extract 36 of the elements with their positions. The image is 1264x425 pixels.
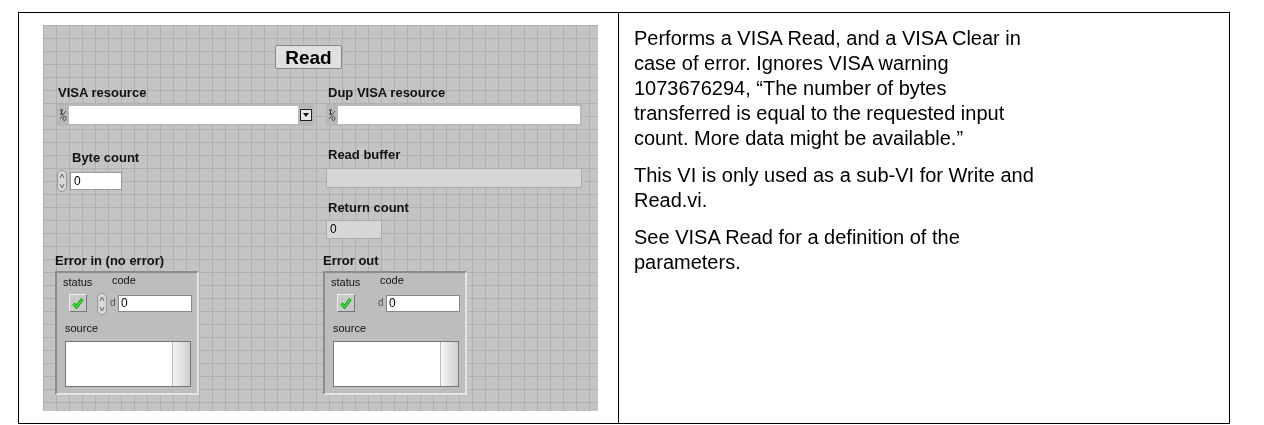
- source-field[interactable]: [65, 341, 191, 387]
- status-checkbox[interactable]: [337, 294, 355, 312]
- indicator-label: Dup VISA resource: [328, 86, 446, 99]
- code-label: code: [112, 275, 136, 286]
- status-label: status: [63, 277, 93, 288]
- spinner-arrows-icon[interactable]: [97, 293, 107, 315]
- byte-count-field[interactable]: 0: [70, 172, 122, 190]
- description-paragraph: See VISA Read for a definition of the parameters.: [634, 225, 961, 275]
- control-label: Byte count: [72, 151, 140, 164]
- scrollbar[interactable]: [172, 342, 190, 386]
- control-label: VISA resource: [58, 86, 147, 99]
- code-field[interactable]: 0: [118, 295, 192, 312]
- check-icon: [340, 297, 352, 309]
- return-count-field: 0: [326, 220, 382, 239]
- code-label: code: [380, 275, 404, 286]
- status-checkbox[interactable]: [69, 294, 87, 312]
- radix-indicator: d: [110, 298, 116, 308]
- io-icon: [328, 108, 336, 122]
- cluster-label: Error in (no error): [55, 254, 165, 267]
- visa-resource-field[interactable]: [57, 104, 314, 126]
- indicator-label: Return count: [328, 201, 409, 214]
- code-field[interactable]: 0: [386, 295, 460, 312]
- io-icon: [59, 108, 67, 122]
- description-paragraph: Performs a VISA Read, and a VISA Clear in case of error. Ignores VISA warning 1073676294, “The number of bytes transferred is equal to the requested input count. More data might be available.”: [634, 26, 1022, 151]
- indicator-label: Read buffer: [328, 148, 401, 161]
- read-button[interactable]: Read: [275, 45, 342, 69]
- radix-indicator: d: [378, 298, 384, 308]
- description-paragraph: This VI is only used as a sub-VI for Write and Read.vi.: [634, 163, 1035, 213]
- check-icon: [72, 297, 84, 309]
- source-field[interactable]: [333, 341, 459, 387]
- scrollbar[interactable]: [440, 342, 458, 386]
- spinner-arrows-icon[interactable]: [57, 170, 67, 192]
- source-label: source: [65, 323, 99, 334]
- status-label: status: [331, 277, 361, 288]
- cluster-label: Error out: [323, 254, 379, 267]
- source-label: source: [333, 323, 367, 334]
